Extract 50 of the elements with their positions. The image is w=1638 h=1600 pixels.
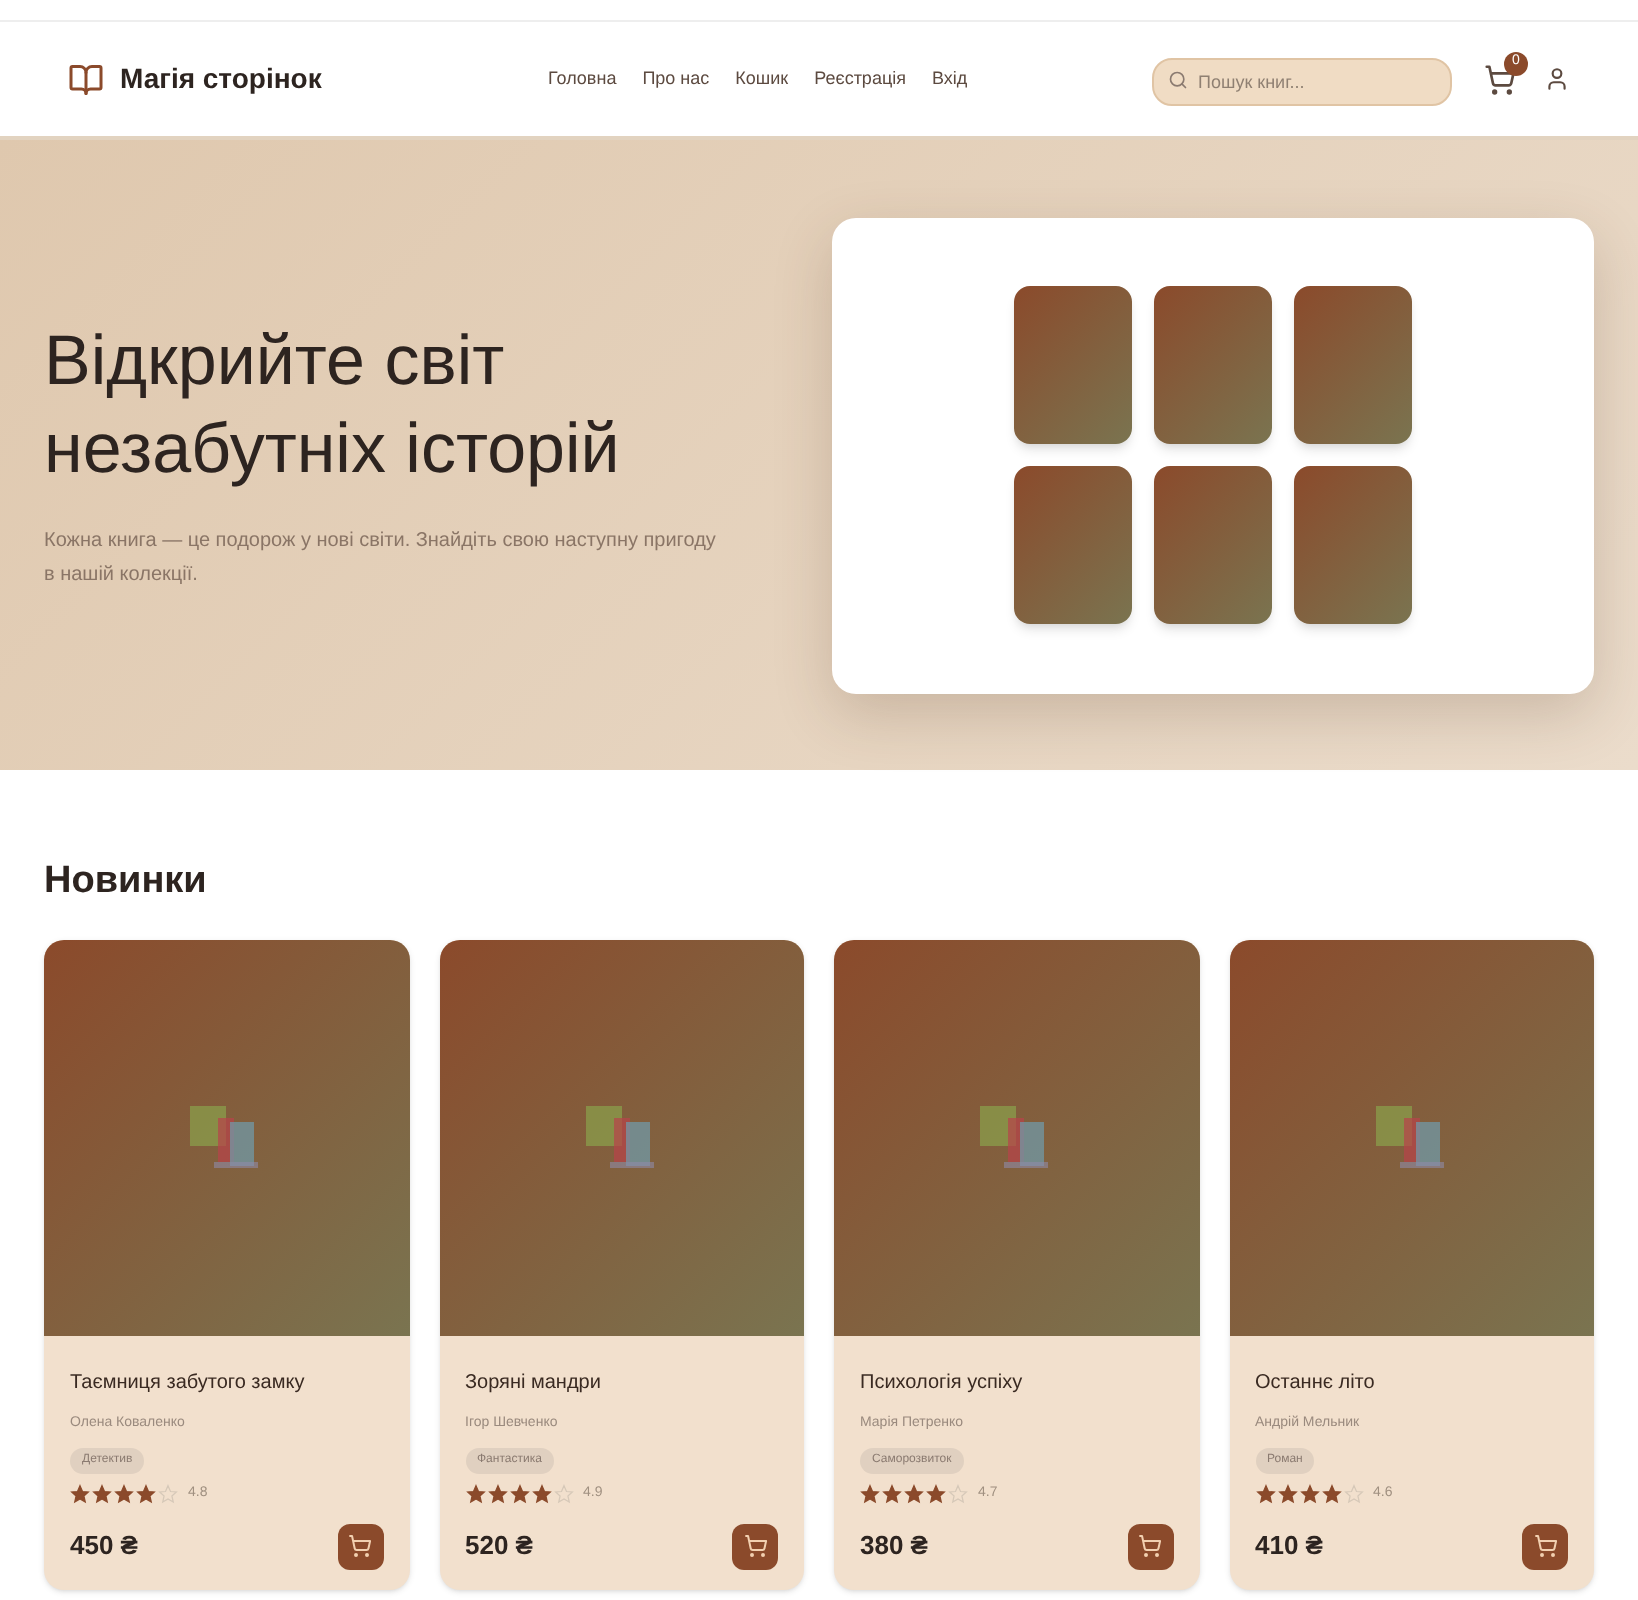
star-icon (904, 1484, 924, 1505)
cart-icon (1138, 1534, 1162, 1558)
star-icon (92, 1484, 112, 1505)
user-icon[interactable] (1544, 66, 1570, 92)
nav-link[interactable]: Реєстрація (814, 65, 906, 93)
star-icon (882, 1484, 902, 1505)
book-price: 410 ₴ (1255, 1528, 1323, 1565)
star-icon (1277, 1484, 1297, 1505)
book-title: Таємниця забутого замку (70, 1369, 307, 1397)
star-icon (1321, 1484, 1341, 1505)
star-icon (553, 1484, 573, 1505)
star-icon (1343, 1484, 1363, 1505)
book-price: 380 ₴ (860, 1528, 928, 1565)
cart-icon (348, 1534, 372, 1558)
star-icon (1299, 1484, 1319, 1505)
logo[interactable]: Магія сторінок (120, 58, 322, 100)
star-icon (531, 1484, 551, 1505)
star-icon (860, 1484, 880, 1505)
book-title: Психологія успіху (860, 1369, 1025, 1397)
add-to-cart-button[interactable] (732, 1523, 778, 1569)
book-title: Зоряні мандри (465, 1369, 603, 1397)
search-field[interactable]: Пошук книг... (1152, 57, 1452, 105)
search-icon (1168, 69, 1188, 89)
book-icon (68, 61, 104, 97)
star-icon (114, 1484, 134, 1505)
book-price: 450 ₴ (70, 1528, 138, 1565)
hero-subtitle: Кожна книга — це подорож у нові світи. Знайдіть свою наступну пригоду в нашій колекції. (44, 528, 718, 591)
book-title: Останнє літо (1255, 1369, 1377, 1397)
star-icon (1255, 1484, 1275, 1505)
nav-link[interactable]: Кошик (735, 65, 789, 93)
section-title: Новинки (44, 858, 209, 906)
star-icon (465, 1484, 485, 1505)
star-icon (926, 1484, 946, 1505)
add-to-cart-button[interactable] (1522, 1523, 1568, 1569)
star-icon (136, 1484, 156, 1505)
nav-link[interactable]: Головна (548, 65, 617, 93)
star-icon (509, 1484, 529, 1505)
hero-title: Відкрийте світ незабутніх історій (44, 319, 622, 491)
add-to-cart-button[interactable] (337, 1523, 383, 1569)
cart-icon[interactable] (1484, 63, 1516, 95)
star-icon (158, 1484, 178, 1505)
star-icon (948, 1484, 968, 1505)
star-icon (70, 1484, 90, 1505)
nav-link[interactable]: Про нас (642, 65, 710, 93)
nav-link[interactable]: Вхід (931, 65, 968, 93)
add-to-cart-button[interactable] (1127, 1523, 1173, 1569)
book-price: 520 ₴ (465, 1528, 533, 1565)
cart-icon (1533, 1534, 1557, 1558)
cart-icon (743, 1534, 767, 1558)
star-icon (487, 1484, 507, 1505)
